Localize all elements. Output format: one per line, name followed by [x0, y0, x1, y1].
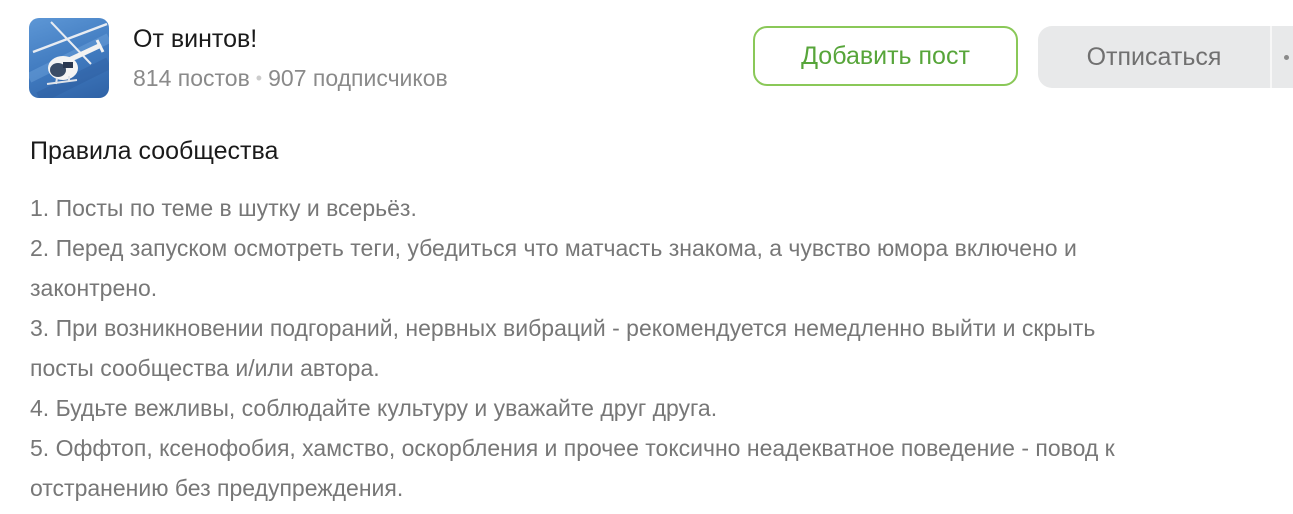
community-header: От винтов! 814 постов • 907 подписчиков До… [29, 18, 1293, 98]
community-title[interactable]: От винтов! [133, 24, 257, 54]
rule-line: посты сообщества и/или автора. [30, 355, 380, 381]
rule-line: отстранению без предупреждения. [30, 475, 404, 501]
subscribers-count[interactable]: 907 подписчиков [268, 65, 448, 91]
stats-separator: • [255, 68, 263, 88]
button-divider [1270, 26, 1272, 88]
community-avatar[interactable] [29, 18, 109, 98]
rule-line: 2. Перед запуском осмотреть теги, убедит… [30, 235, 1077, 261]
more-dots-icon [1284, 55, 1289, 60]
rules-list: 1. Посты по теме в шутку и всерьёз. 2. П… [30, 188, 1275, 508]
add-post-button[interactable]: Добавить пост [753, 26, 1018, 86]
rule-line: 5. Оффтоп, ксенофобия, хамство, оскорбле… [30, 435, 1115, 461]
rules-heading: Правила сообщества [30, 137, 279, 165]
rule-line: законтрено. [30, 275, 158, 301]
helicopter-icon [29, 21, 109, 98]
community-page: От винтов! 814 постов • 907 подписчиков До… [0, 0, 1293, 514]
posts-count: 814 постов [133, 65, 250, 91]
community-stats: 814 постов • 907 подписчиков [133, 64, 448, 94]
more-options-button[interactable] [1270, 26, 1293, 88]
rule-line: 3. При возникновении подгораний, нервных… [30, 315, 1096, 341]
rule-line: 4. Будьте вежливы, соблюдайте культуру и… [30, 395, 718, 421]
unsubscribe-button[interactable]: Отписаться [1038, 26, 1270, 88]
rule-line: 1. Посты по теме в шутку и всерьёз. [30, 195, 417, 221]
